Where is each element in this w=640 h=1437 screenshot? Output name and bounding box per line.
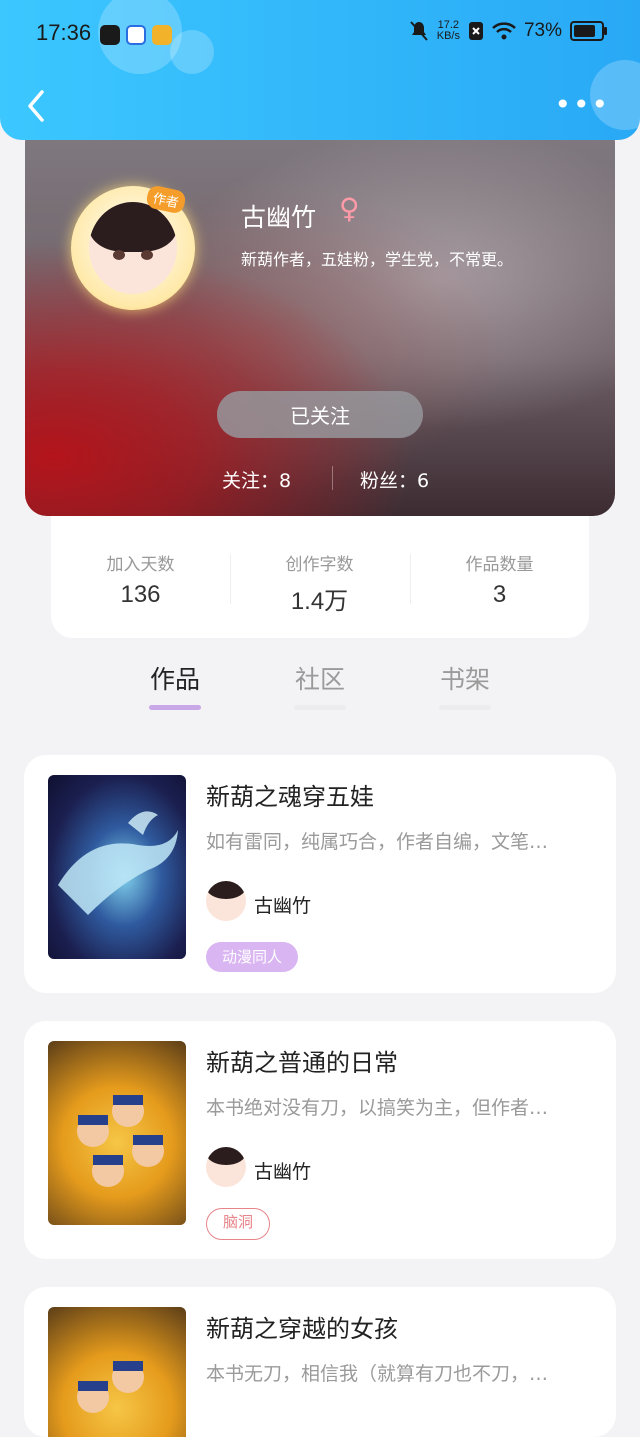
female-gender-icon: ♀ bbox=[339, 192, 360, 225]
following-count[interactable]: 关注：8 bbox=[222, 466, 291, 493]
work-card[interactable]: 新葫之魂穿五娃 如有雷同，纯属巧合，作者自编，文笔… 古幽竹 动漫同人 bbox=[24, 755, 616, 993]
tab-indicator bbox=[439, 705, 491, 710]
tab-community[interactable]: 社区 bbox=[280, 660, 360, 696]
status-bar: 17:36 17.2 KB/s 73% bbox=[0, 0, 640, 70]
cartoon-characters-illustration bbox=[77, 1095, 164, 1187]
more-options-icon[interactable]: ••• bbox=[554, 91, 610, 119]
wifi-icon bbox=[492, 22, 516, 40]
browser-app-icon bbox=[126, 25, 146, 45]
book-title[interactable]: 新葫之普通的日常 bbox=[206, 1043, 398, 1078]
profile-bio: 新葫作者，五娃粉，学生党，不常更。 bbox=[241, 250, 514, 269]
book-description: 如有雷同，纯属巧合，作者自编，文笔… bbox=[206, 831, 549, 853]
book-title[interactable]: 新葫之穿越的女孩 bbox=[206, 1309, 398, 1344]
tab-works[interactable]: 作品 bbox=[135, 660, 215, 696]
stat-label: 作品数量 bbox=[465, 555, 534, 575]
header-bar: 17:36 17.2 KB/s 73% ••• bbox=[0, 0, 640, 140]
book-description: 本书绝对没有刀，以搞笑为主，但作者… bbox=[206, 1097, 549, 1119]
stat-value: 136 bbox=[120, 581, 161, 608]
whale-illustration bbox=[58, 811, 178, 915]
book-cover[interactable] bbox=[48, 1041, 186, 1225]
status-time: 17:36 bbox=[36, 20, 92, 45]
game-app-icon bbox=[152, 25, 172, 45]
profile-name: 古幽竹 bbox=[241, 203, 317, 232]
stat-label: 加入天数 bbox=[106, 555, 175, 575]
stat-word-count: 创作字数 1.4万 bbox=[230, 516, 409, 616]
tab-indicator bbox=[294, 705, 346, 710]
sim-disabled-icon bbox=[468, 22, 483, 40]
book-tag: 脑洞 bbox=[206, 1208, 271, 1240]
tab-bookshelf[interactable]: 书架 bbox=[425, 660, 505, 696]
stats-card: 加入天数 136 创作字数 1.4万 作品数量 3 bbox=[51, 516, 589, 638]
book-title[interactable]: 新葫之魂穿五娃 bbox=[206, 777, 374, 812]
book-description: 本书无刀，相信我（就算有刀也不刀，… bbox=[206, 1363, 549, 1385]
fans-count[interactable]: 粉丝：6 bbox=[360, 466, 429, 493]
tab-active-indicator bbox=[149, 705, 201, 710]
battery-icon bbox=[570, 21, 607, 41]
cartoon-characters-illustration bbox=[77, 1361, 144, 1413]
follow-divider bbox=[332, 466, 333, 490]
author-avatar bbox=[206, 881, 246, 921]
author-avatar bbox=[206, 1147, 246, 1187]
status-right-group: 17.2 KB/s 73% bbox=[409, 20, 607, 42]
stat-join-days: 加入天数 136 bbox=[51, 516, 230, 609]
stat-works-count: 作品数量 3 bbox=[410, 516, 589, 609]
book-author: 古幽竹 bbox=[254, 895, 312, 917]
follow-button[interactable]: 已关注 bbox=[217, 391, 423, 438]
book-author: 古幽竹 bbox=[254, 1161, 312, 1183]
avatar-image bbox=[89, 202, 177, 294]
back-arrow-icon[interactable] bbox=[22, 88, 52, 124]
stat-value: 1.4万 bbox=[290, 588, 349, 615]
stat-label: 创作字数 bbox=[285, 555, 354, 575]
net-speed-unit: KB/s bbox=[436, 30, 460, 42]
work-card[interactable]: 新葫之普通的日常 本书绝对没有刀，以搞笑为主，但作者… 古幽竹 脑洞 bbox=[24, 1021, 616, 1259]
mail-app-icon bbox=[100, 25, 120, 45]
avatar[interactable]: 作者 bbox=[71, 184, 195, 310]
work-card[interactable]: 新葫之穿越的女孩 本书无刀，相信我（就算有刀也不刀，… bbox=[24, 1287, 616, 1437]
net-speed: 17.2 KB/s bbox=[437, 20, 460, 42]
stat-value: 3 bbox=[492, 581, 507, 608]
mute-bell-icon bbox=[409, 21, 428, 41]
battery-percent: 73% bbox=[523, 20, 562, 41]
profile-header: 作者 古幽竹 ♀ 新葫作者，五娃粉，学生党，不常更。 已关注 关注：8 粉丝：6 bbox=[25, 120, 615, 516]
book-cover[interactable] bbox=[48, 1307, 186, 1437]
book-cover[interactable] bbox=[48, 775, 186, 959]
book-tag: 动漫同人 bbox=[206, 942, 299, 972]
